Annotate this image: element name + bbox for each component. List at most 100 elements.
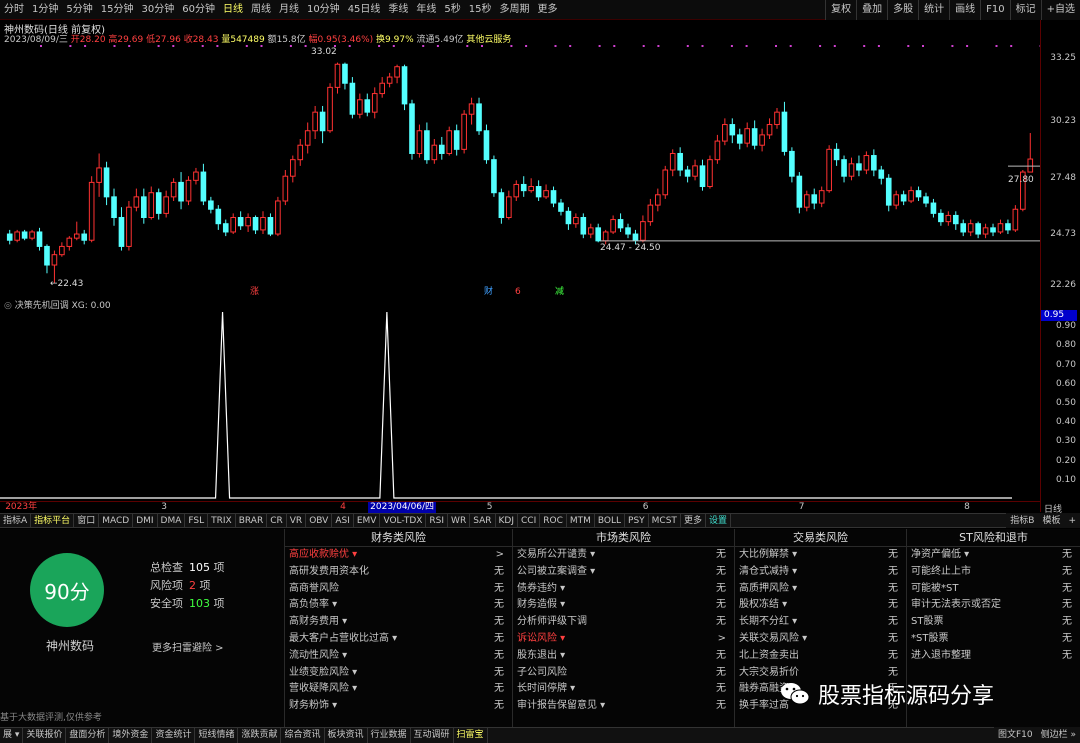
toolbar-button[interactable]: 叠加 <box>856 0 887 20</box>
indicator-tab[interactable]: BRAR <box>236 514 268 527</box>
risk-item[interactable]: 可能终止上市 无 <box>907 564 1080 581</box>
risk-item[interactable]: 长期不分红 ▾ 无 <box>735 614 906 631</box>
period-tab[interactable]: 月线 <box>275 0 303 19</box>
risk-item[interactable]: 高负债率 ▾ 无 <box>285 597 512 614</box>
indicator-tab[interactable]: MTM <box>567 514 595 527</box>
risk-item[interactable]: 可能被*ST 无 <box>907 581 1080 598</box>
indicator-tab[interactable]: DMA <box>158 514 186 527</box>
period-tab[interactable]: 30分钟 <box>137 0 178 19</box>
indicator-tab[interactable]: PSY <box>625 514 649 527</box>
indicator-tab[interactable]: DMI <box>133 514 158 527</box>
risk-item[interactable]: 长时间停牌 ▾ 无 <box>513 681 734 698</box>
risk-item[interactable]: 审计无法表示或否定 无 <box>907 597 1080 614</box>
risk-item[interactable]: 股权冻结 ▾ 无 <box>735 597 906 614</box>
indicator-tab[interactable]: KDJ <box>496 514 518 527</box>
indicator-tab[interactable]: BOLL <box>595 514 626 527</box>
risk-item[interactable]: 财务造假 ▾ 无 <box>513 597 734 614</box>
risk-item[interactable]: 营收疑降风险 ▾ 无 <box>285 681 512 698</box>
indicator-tab[interactable]: RSI <box>426 514 449 527</box>
indicator-tab[interactable]: ASI <box>332 514 354 527</box>
indicator-tab[interactable]: VOL-TDX <box>380 514 427 527</box>
indicator-tab[interactable]: TRIX <box>208 514 236 527</box>
risk-item[interactable]: 北上资金卖出 无 <box>735 648 906 665</box>
risk-item[interactable]: 净资产偏低 ▾ 无 <box>907 547 1080 564</box>
bottom-tab[interactable]: 涨跌贡献 <box>238 728 282 743</box>
risk-item[interactable]: 最大客户占营收比过高 ▾ 无 <box>285 631 512 648</box>
risk-item[interactable]: 高质押风险 ▾ 无 <box>735 581 906 598</box>
toolbar-button[interactable]: 多股 <box>887 0 918 20</box>
period-tab[interactable]: 季线 <box>384 0 412 19</box>
indicator-tab[interactable]: WR <box>448 514 471 527</box>
period-tab[interactable]: 周线 <box>247 0 275 19</box>
risk-item[interactable]: 交易所公开谴责 ▾ 无 <box>513 547 734 564</box>
candlestick-chart[interactable]: 33.02 ←22.43 24.47 - 24.50 27.80 涨 财 6 减 <box>0 44 1040 296</box>
bottom-right-button[interactable]: 图文F10 <box>994 728 1037 743</box>
period-tab[interactable]: 15秒 <box>465 0 496 19</box>
bottom-tab[interactable]: 板块资讯 <box>325 728 368 743</box>
toolbar-button[interactable]: +自选 <box>1040 0 1080 20</box>
risk-item[interactable]: 分析师评级下调 无 <box>513 614 734 631</box>
risk-item[interactable]: 财务粉饰 ▾ 无 <box>285 698 512 715</box>
risk-item[interactable]: ST股票 无 <box>907 614 1080 631</box>
indicator-tab[interactable]: ROC <box>540 514 567 527</box>
indicator-tab[interactable]: 设置 <box>706 514 731 527</box>
risk-item[interactable]: 审计报告保留意见 ▾ 无 <box>513 698 734 715</box>
risk-item[interactable]: 进入退市整理 无 <box>907 648 1080 665</box>
indicator-right-button[interactable]: + <box>1064 514 1080 528</box>
bottom-tab[interactable]: 互动调研 <box>411 728 454 743</box>
indicator-tab[interactable]: SAR <box>470 514 496 527</box>
period-tab[interactable]: 1分钟 <box>28 0 62 19</box>
risk-item[interactable]: 高应收款赊优 ▾ > <box>285 547 512 564</box>
bottom-tab[interactable]: 短线情绪 <box>195 728 239 743</box>
toolbar-button[interactable]: F10 <box>980 0 1009 20</box>
toolbar-button[interactable]: 标记 <box>1009 0 1041 20</box>
bottom-tab[interactable]: 资金统计 <box>152 728 196 743</box>
risk-item[interactable]: *ST股票 无 <box>907 631 1080 648</box>
risk-item[interactable]: 清仓式减持 ▾ 无 <box>735 564 906 581</box>
indicator-tab[interactable]: 窗口 <box>74 514 100 527</box>
period-tab[interactable]: 5分钟 <box>62 0 96 19</box>
risk-item[interactable]: 债券违约 ▾ 无 <box>513 581 734 598</box>
indicator-tab[interactable]: MACD <box>99 514 134 527</box>
risk-item[interactable]: 公司被立案调查 ▾ 无 <box>513 564 734 581</box>
indicator-chart[interactable] <box>0 308 1040 500</box>
risk-item[interactable]: 诉讼风险 ▾ > <box>513 631 734 648</box>
period-tab[interactable]: 5秒 <box>440 0 464 19</box>
indicator-tab[interactable]: 指标平台 <box>31 514 75 527</box>
toolbar-button[interactable]: 统计 <box>918 0 949 20</box>
indicator-tab[interactable]: FSL <box>185 514 209 527</box>
toolbar-button[interactable]: 复权 <box>825 0 856 20</box>
indicator-tab[interactable]: VR <box>287 514 307 527</box>
bottom-tab[interactable]: 扫雷宝 <box>454 728 488 743</box>
bottom-tab[interactable]: 境外资金 <box>109 728 153 743</box>
risk-item[interactable]: 大比例解禁 ▾ 无 <box>735 547 906 564</box>
toolbar-button[interactable]: 画线 <box>949 0 980 20</box>
indicator-tab[interactable]: EMV <box>354 514 381 527</box>
risk-item[interactable]: 高商誉风险 无 <box>285 581 512 598</box>
indicator-tab[interactable]: MCST <box>649 514 681 527</box>
indicator-tab[interactable]: CCI <box>518 514 541 527</box>
period-tab[interactable]: 多周期 <box>496 0 534 19</box>
period-tab[interactable]: 60分钟 <box>178 0 219 19</box>
period-tab[interactable]: 分时 <box>0 0 28 19</box>
risk-item[interactable]: 股东退出 ▾ 无 <box>513 648 734 665</box>
risk-item[interactable]: 关联交易风险 ▾ 无 <box>735 631 906 648</box>
indicator-right-button[interactable]: 模板 <box>1038 514 1064 528</box>
period-tab[interactable]: 更多 <box>534 0 562 19</box>
period-tab[interactable]: 15分钟 <box>97 0 138 19</box>
indicator-tab[interactable]: OBV <box>306 514 333 527</box>
risk-item[interactable]: 子公司风险 无 <box>513 665 734 682</box>
indicator-tab[interactable]: 更多 <box>681 514 706 527</box>
period-tab[interactable]: 日线 <box>219 0 247 19</box>
bottom-tab[interactable]: 综合资讯 <box>281 728 325 743</box>
indicator-right-button[interactable]: 指标B <box>1006 514 1038 528</box>
period-tab[interactable]: 10分钟 <box>303 0 344 19</box>
indicator-tab[interactable]: 指标A <box>0 514 32 527</box>
risk-item[interactable]: 流动性风险 ▾ 无 <box>285 648 512 665</box>
period-tab[interactable]: 年线 <box>412 0 440 19</box>
risk-item[interactable]: 业绩变脸风险 ▾ 无 <box>285 665 512 682</box>
bottom-tab[interactable]: 关联报价 <box>23 728 67 743</box>
period-tab[interactable]: 45日线 <box>344 0 385 19</box>
risk-item[interactable]: 高研发费用资本化 无 <box>285 564 512 581</box>
risk-item[interactable]: 高财务费用 ▾ 无 <box>285 614 512 631</box>
